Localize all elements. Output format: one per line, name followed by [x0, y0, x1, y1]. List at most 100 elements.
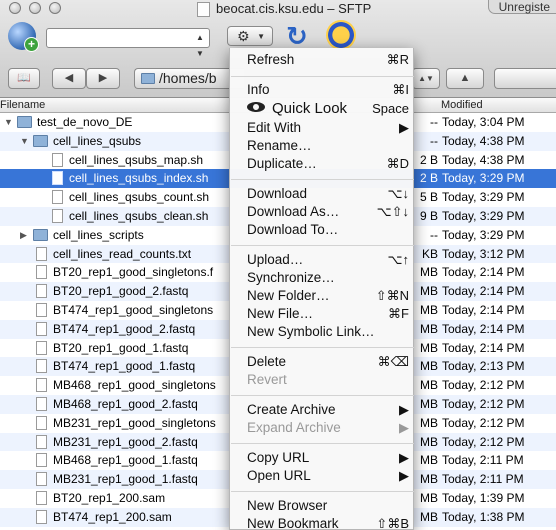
- transfers-icon[interactable]: [326, 20, 356, 50]
- file-size: MB: [420, 302, 438, 317]
- file-modified: Today, 2:11 PM: [442, 472, 524, 487]
- book-icon: 📖: [17, 72, 31, 84]
- file-size: MB: [420, 284, 438, 299]
- action-gear-button[interactable]: ⚙ ▼: [227, 26, 273, 46]
- file-modified: Today, 4:38 PM: [442, 133, 525, 148]
- minimize-window-button[interactable]: [29, 2, 41, 14]
- file-size: --: [430, 115, 438, 129]
- column-modified[interactable]: Modified: [441, 98, 483, 113]
- menu-item-download[interactable]: Download ⌥↓: [230, 185, 415, 203]
- disclosure-expanded-icon[interactable]: ▼: [4, 115, 14, 130]
- menu-item-quick-look[interactable]: Quick Look Space: [230, 100, 415, 118]
- menu-item-rename[interactable]: Rename…: [230, 137, 415, 155]
- file-name: BT20_rep1_200.sam: [53, 490, 166, 505]
- document-icon: [52, 152, 63, 167]
- menu-item-new-file[interactable]: New File… ⌘F: [230, 305, 415, 323]
- document-icon: [36, 453, 47, 468]
- menu-item-create-archive[interactable]: Create Archive ▶: [230, 401, 415, 419]
- file-name: cell_lines_qsubs_index.sh: [69, 171, 209, 186]
- back-button[interactable]: ◀: [52, 68, 86, 89]
- menu-item-delete[interactable]: Delete ⌘⌫: [230, 353, 415, 371]
- menu-item-new-bookmark[interactable]: New Bookmark ⇧⌘B: [230, 515, 415, 530]
- file-size: 5 B: [419, 190, 438, 205]
- file-name: BT474_rep1_good_2.fastq: [53, 321, 196, 336]
- file-name: MB231_rep1_good_2.fastq: [53, 434, 198, 449]
- disclosure-collapsed-icon[interactable]: ▶: [20, 228, 30, 243]
- menu-item-info[interactable]: Info ⌘I: [230, 81, 415, 99]
- sftp-window: beocat.cis.ksu.edu – SFTP Unregiste + ▲ ▼…: [0, 0, 556, 530]
- refresh-arrow-icon[interactable]: ↻: [286, 22, 316, 50]
- path-popup-arrows[interactable]: ▲▼: [412, 68, 440, 89]
- document-icon: [36, 284, 47, 299]
- up-down-arrows-icon: ▲▼: [418, 74, 434, 83]
- document-icon: [36, 265, 47, 280]
- document-proxy-icon: [197, 2, 210, 17]
- menu-item-download-as[interactable]: Download As… ⌥⇧↓: [230, 203, 415, 221]
- file-modified: Today, 2:14 PM: [442, 340, 525, 355]
- document-icon: [52, 171, 63, 186]
- search-field[interactable]: [494, 68, 556, 89]
- file-size: MB: [420, 453, 438, 468]
- file-modified: Today, 2:14 PM: [442, 284, 525, 299]
- file-name: MB231_rep1_good_singletons: [53, 415, 216, 430]
- forward-button[interactable]: ▶: [86, 68, 120, 89]
- quick-connect-field[interactable]: ▲ ▼: [46, 28, 210, 58]
- menu-item-new-symbolic-link[interactable]: New Symbolic Link…: [230, 323, 415, 341]
- menu-item-edit-with[interactable]: Edit With ▶: [230, 119, 415, 137]
- menu-separator: [231, 179, 414, 180]
- disclosure-expanded-icon[interactable]: ▼: [20, 134, 30, 149]
- file-name: cell_lines_scripts: [53, 227, 144, 242]
- file-modified: Today, 3:04 PM: [442, 115, 525, 129]
- document-icon: [36, 359, 47, 374]
- file-name: BT474_rep1_200.sam: [53, 509, 172, 524]
- submenu-arrow-icon: ▶: [399, 420, 409, 435]
- document-icon: [36, 490, 47, 505]
- menu-separator: [231, 395, 414, 396]
- file-name: BT20_rep1_good_singletons.f: [53, 265, 214, 280]
- menu-item-refresh[interactable]: Refresh ⌘R: [230, 51, 415, 69]
- document-icon: [36, 302, 47, 317]
- bookmarks-button[interactable]: 📖: [8, 68, 40, 89]
- menu-item-synchronize[interactable]: Synchronize…: [230, 269, 415, 287]
- file-name: cell_lines_qsubs: [53, 133, 142, 148]
- menu-item-new-browser[interactable]: New Browser: [230, 497, 415, 515]
- file-name: cell_lines_qsubs_clean.sh: [69, 208, 209, 223]
- triangle-right-icon: ▶: [98, 72, 108, 84]
- file-modified: Today, 4:38 PM: [442, 152, 525, 167]
- parent-folder-button[interactable]: ▲: [446, 68, 484, 89]
- file-modified: Today, 2:12 PM: [442, 396, 525, 411]
- document-icon: [52, 190, 63, 205]
- menu-item-revert: Revert: [247, 372, 287, 387]
- column-filename[interactable]: Filename: [0, 98, 45, 113]
- file-size: --: [430, 133, 438, 148]
- document-icon: [36, 415, 47, 430]
- menu-item-new-folder[interactable]: New Folder… ⇧⌘N: [230, 287, 415, 305]
- chevron-down-icon[interactable]: ▲ ▼: [193, 30, 207, 58]
- file-size: MB: [420, 321, 438, 336]
- menu-item-download-to[interactable]: Download To…: [230, 221, 415, 239]
- close-window-button[interactable]: [9, 2, 21, 14]
- file-modified: Today, 3:29 PM: [442, 190, 525, 205]
- menu-item-upload[interactable]: Upload… ⌥↑: [230, 251, 415, 269]
- file-name: test_de_novo_DE: [37, 115, 133, 129]
- path-popup[interactable]: /homes/b: [134, 68, 244, 89]
- zoom-window-button[interactable]: [49, 2, 61, 14]
- menu-item-copy-url[interactable]: Copy URL ▶: [230, 449, 415, 467]
- document-icon: [36, 321, 47, 336]
- file-modified: Today, 2:12 PM: [442, 434, 525, 449]
- unregistered-badge[interactable]: Unregiste: [487, 0, 556, 14]
- file-modified: Today, 3:29 PM: [442, 171, 525, 186]
- menu-item-duplicate[interactable]: Duplicate… ⌘D: [230, 155, 415, 173]
- folder-icon: [141, 73, 155, 84]
- file-size: MB: [420, 396, 438, 411]
- menu-item-open-url[interactable]: Open URL ▶: [230, 467, 415, 485]
- document-icon: [36, 509, 47, 524]
- file-name: BT474_rep1_good_1.fastq: [53, 359, 196, 374]
- file-name: cell_lines_qsubs_count.sh: [69, 190, 210, 205]
- submenu-arrow-icon: ▶: [399, 120, 409, 135]
- file-name: BT474_rep1_good_singletons: [53, 302, 214, 317]
- document-icon: [36, 340, 47, 355]
- file-modified: Today, 2:14 PM: [442, 302, 525, 317]
- file-modified: Today, 3:12 PM: [442, 246, 525, 261]
- context-menu: Refresh ⌘R Info ⌘I Quick Look Space Edit Wi…: [229, 48, 414, 530]
